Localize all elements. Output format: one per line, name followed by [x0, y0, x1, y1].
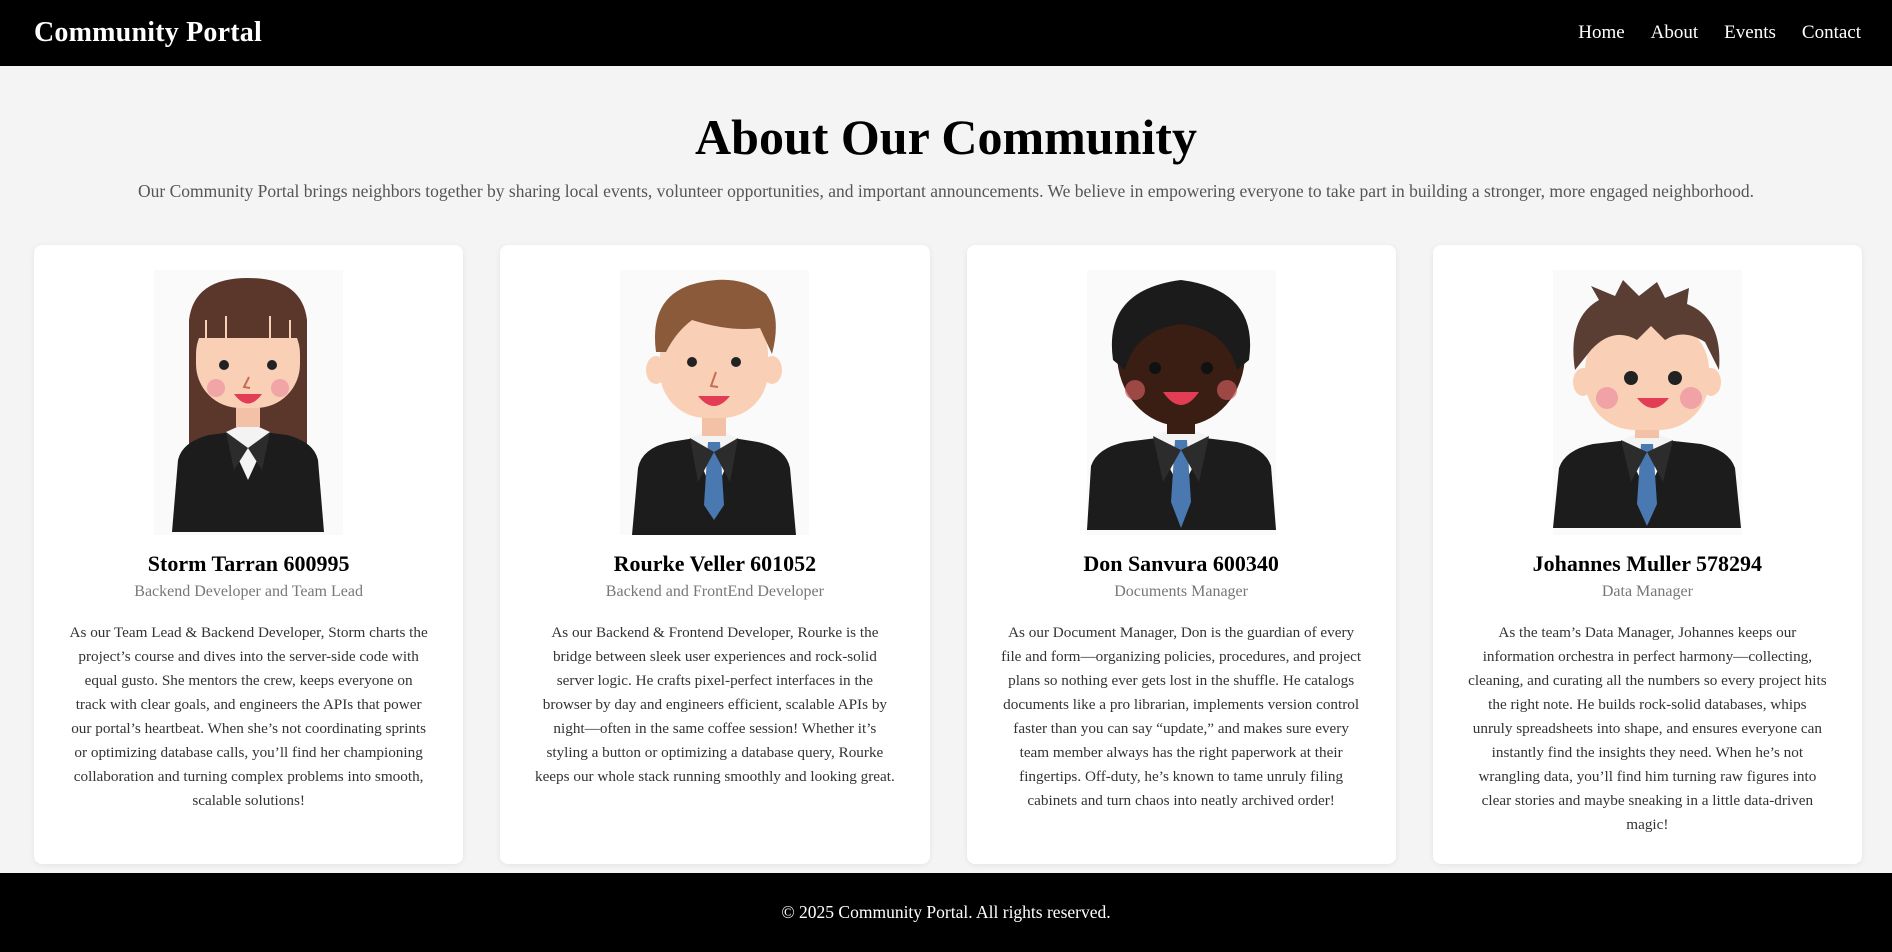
team-cards: Storm Tarran 600995 Backend Developer an…	[34, 245, 1862, 864]
member-role: Data Manager	[1601, 583, 1693, 600]
man-avatar-icon	[620, 270, 810, 535]
nav-link-contact[interactable]: Contact	[1802, 22, 1861, 44]
member-bio: As our Backend & Frontend Developer, Rou…	[534, 624, 895, 785]
site-brand[interactable]: Community Portal	[34, 17, 262, 49]
nav-link-home[interactable]: Home	[1578, 22, 1624, 44]
member-role: Documents Manager	[1114, 583, 1248, 600]
team-card: Johannes Muller 578294 Data Manager As t…	[1432, 245, 1862, 864]
member-bio: As the team’s Data Manager, Johannes kee…	[1468, 624, 1827, 833]
page-title: About Our Community	[695, 109, 1197, 165]
site-footer: © 2025 Community Portal. All rights rese…	[0, 873, 1892, 952]
man-avatar-icon	[1086, 270, 1276, 535]
nav-link-about[interactable]: About	[1651, 22, 1699, 44]
top-navbar: Community Portal Home About Events Conta…	[0, 0, 1892, 66]
member-role: Backend and FrontEnd Developer	[605, 583, 824, 600]
woman-avatar-icon	[154, 270, 344, 535]
main-nav: Home About Events Contact	[1578, 22, 1861, 44]
footer-copyright: © 2025 Community Portal. All rights rese…	[781, 902, 1111, 922]
team-card: Rourke Veller 601052 Backend and FrontEn…	[500, 245, 930, 864]
member-bio: As our Team Lead & Backend Developer, St…	[69, 624, 428, 809]
member-name: Johannes Muller 578294	[1532, 551, 1763, 576]
nav-link-events[interactable]: Events	[1724, 22, 1776, 44]
boy-avatar-icon	[1552, 270, 1742, 535]
about-section: About Our Community Our Community Portal…	[0, 66, 1892, 202]
page-description: Our Community Portal brings neighbors to…	[138, 181, 1754, 201]
member-name: Storm Tarran 600995	[147, 551, 350, 576]
member-role: Backend Developer and Team Lead	[134, 583, 363, 600]
team-card: Storm Tarran 600995 Backend Developer an…	[34, 245, 464, 864]
team-card: Don Sanvura 600340 Documents Manager As …	[966, 245, 1396, 864]
member-bio: As our Document Manager, Don is the guar…	[1001, 624, 1362, 809]
member-name: Rourke Veller 601052	[613, 551, 817, 576]
member-name: Don Sanvura 600340	[1083, 551, 1279, 576]
